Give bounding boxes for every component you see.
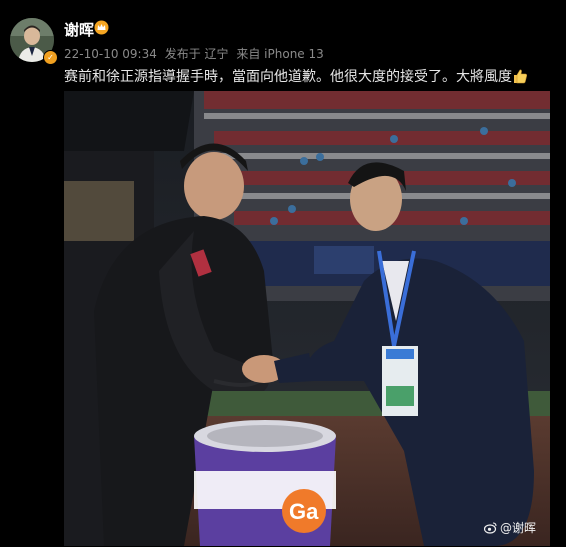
watermark-text: @谢晖 [499,521,536,535]
crown-vip-icon[interactable] [94,20,109,35]
photo-watermark: @谢晖 [483,519,536,536]
post-photo[interactable]: Ga @谢晖 [64,91,550,546]
post-text-container: 赛前和徐正源指導握手時，當面向他道歉。他很大度的接受了。大將風度 [64,66,528,86]
post-timestamp[interactable]: 22-10-10 09:34 [64,47,157,61]
username[interactable]: 谢晖 [64,19,94,40]
post-meta: 22-10-10 09:34 发布于 辽宁 来自 iPhone 13 [64,45,328,62]
post-device: 来自 iPhone 13 [236,47,324,61]
weibo-logo-icon [483,522,497,534]
weibo-post: ✓ 谢晖 22-10-10 09:34 发布于 辽宁 来自 iPhone 13 … [0,0,566,547]
verified-badge-icon: ✓ [43,50,58,65]
svg-text:Ga: Ga [289,499,319,524]
post-location: 发布于 辽宁 [164,47,229,61]
post-text: 赛前和徐正源指導握手時，當面向他道歉。他很大度的接受了。大將風度 [64,69,512,85]
handshake-photo: Ga [64,91,550,546]
thumbs-up-emoji [514,69,527,84]
